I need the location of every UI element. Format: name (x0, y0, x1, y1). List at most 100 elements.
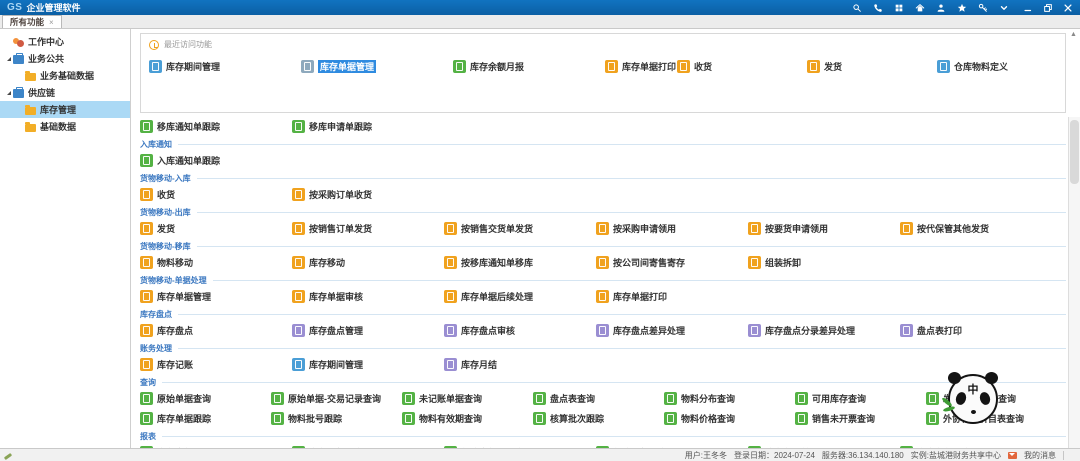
app-logo: GS (7, 2, 22, 13)
function-item[interactable]: 收货 (140, 187, 292, 202)
close-tab-icon[interactable]: × (49, 18, 54, 27)
function-label: 库存单据管理 (157, 290, 211, 303)
function-item[interactable]: 核算批次跟踪 (533, 411, 664, 426)
function-label: 库存余额月报 (470, 60, 524, 73)
function-item[interactable]: 盘点表打印 (900, 323, 1052, 338)
function-item[interactable]: 原始单据查询 (140, 391, 271, 406)
panel-toggle-icon[interactable]: ▲ (1069, 30, 1078, 39)
sections: 移库通知单跟踪移库申请单跟踪入库通知入库通知单跟踪货物移动-入库收货按采购订单收… (140, 119, 1066, 448)
function-item[interactable]: 发货 (807, 59, 937, 74)
function-item[interactable]: 库存单据审核 (292, 289, 444, 304)
function-item[interactable]: 按销售交货单发货 (444, 221, 596, 236)
function-label: 销售未开票查询 (812, 412, 875, 425)
section-title: 货物移动-单据处理 (140, 275, 207, 286)
function-icon (140, 120, 153, 133)
function-item[interactable]: 未记账单据查询 (402, 391, 533, 406)
function-item[interactable]: 库存移动 (292, 255, 444, 270)
function-item[interactable]: 物料移动 (140, 255, 292, 270)
function-item[interactable]: 原始单据-交易记录查询 (271, 391, 402, 406)
function-item[interactable]: 移库通知单跟踪 (140, 119, 292, 134)
scrollbar-thumb[interactable] (1070, 120, 1079, 184)
function-item[interactable]: 发中查询 (926, 391, 1057, 406)
function-icon (140, 412, 153, 425)
function-icon (596, 222, 609, 235)
expand-arrow-icon[interactable] (4, 57, 13, 61)
section-title: 货物移动-移库 (140, 241, 191, 252)
key-icon[interactable] (978, 3, 988, 13)
function-item[interactable]: 库存单据跟踪 (140, 411, 271, 426)
function-item[interactable]: 库存期间管理 (149, 59, 301, 74)
function-item[interactable]: 库存盘点管理 (292, 323, 444, 338)
function-item[interactable]: 库存单据管理 (140, 289, 292, 304)
star-icon[interactable] (957, 3, 967, 13)
function-item[interactable]: 库存盘点分录差异处理 (748, 323, 900, 338)
function-item[interactable]: 发货 (140, 221, 292, 236)
sidebar-item-业务基础数据[interactable]: 业务基础数据 (0, 67, 130, 84)
user-icon[interactable] (936, 3, 946, 13)
home-icon[interactable] (915, 3, 925, 13)
mail-icon[interactable] (1008, 452, 1017, 459)
vertical-scrollbar[interactable] (1068, 117, 1080, 448)
chevron-down-icon[interactable] (999, 3, 1009, 13)
function-icon (292, 358, 305, 371)
function-item[interactable]: 库存期间管理 (292, 357, 444, 372)
function-icon (292, 222, 305, 235)
function-item[interactable]: 按代保管其他发货 (900, 221, 1052, 236)
function-item[interactable]: 库存单据管理 (301, 59, 453, 74)
function-icon (596, 324, 609, 337)
function-item[interactable]: 物料分布查询 (664, 391, 795, 406)
search-icon[interactable] (852, 3, 862, 13)
function-item[interactable]: 物料价格查询 (664, 411, 795, 426)
expand-arrow-icon[interactable] (4, 91, 13, 95)
function-item[interactable]: 库存单据打印 (605, 59, 677, 74)
section-divider (162, 436, 1066, 437)
briefcase-icon (13, 89, 24, 98)
function-item[interactable]: 盘点表查询 (533, 391, 664, 406)
function-icon (605, 60, 618, 73)
function-item[interactable]: 库存记账 (140, 357, 292, 372)
sidebar-item-业务公共[interactable]: 业务公共 (0, 50, 130, 67)
function-item[interactable]: 库存盘点 (140, 323, 292, 338)
function-icon (402, 412, 415, 425)
function-item[interactable]: 可用库存查询 (795, 391, 926, 406)
restore-icon[interactable] (1043, 3, 1053, 13)
statusbar-messages-link[interactable]: 我的消息 (1024, 450, 1056, 461)
function-icon (301, 60, 314, 73)
function-item[interactable]: 库存月结 (444, 357, 596, 372)
function-item[interactable]: 销售未开票查询 (795, 411, 926, 426)
sidebar-item-基础数据[interactable]: 基础数据 (0, 118, 130, 135)
phone-icon[interactable] (873, 3, 883, 13)
function-item[interactable]: 库存单据后续处理 (444, 289, 596, 304)
sidebar-item-供应链[interactable]: 供应链 (0, 84, 130, 101)
minimize-icon[interactable] (1023, 3, 1033, 13)
function-item[interactable]: 按移库通知单移库 (444, 255, 596, 270)
function-label: 按移库通知单移库 (461, 256, 533, 269)
function-label: 物料有效期查询 (419, 412, 482, 425)
function-item[interactable]: 收货 (677, 59, 807, 74)
function-item[interactable]: 库存盘点差异处理 (596, 323, 748, 338)
tab-all-functions[interactable]: 所有功能× (2, 15, 62, 28)
function-item[interactable]: 物料批号跟踪 (271, 411, 402, 426)
function-item[interactable]: 物料有效期查询 (402, 411, 533, 426)
function-item[interactable]: 仓库物料定义 (937, 59, 1057, 74)
function-item[interactable]: 按销售订单发货 (292, 221, 444, 236)
function-label: 按销售订单发货 (309, 222, 372, 235)
sidebar-item-库存管理[interactable]: 库存管理 (0, 101, 130, 118)
function-icon (402, 392, 415, 405)
apps-grid-icon[interactable] (894, 3, 904, 13)
close-icon[interactable] (1063, 3, 1073, 13)
section: 入库通知入库通知单跟踪 (140, 139, 1066, 168)
function-item[interactable]: 入库通知单跟踪 (140, 153, 292, 168)
function-item[interactable]: 按采购申请领用 (596, 221, 748, 236)
function-item[interactable]: 库存盘点审核 (444, 323, 596, 338)
function-item[interactable]: 按要货申请领用 (748, 221, 900, 236)
sidebar-item-工作中心[interactable]: 工作中心 (0, 33, 130, 50)
function-item[interactable]: 移库申请单跟踪 (292, 119, 444, 134)
function-icon (140, 392, 153, 405)
statusbar-divider (1063, 451, 1064, 460)
function-item[interactable]: 按采购订单收货 (292, 187, 444, 202)
function-item[interactable]: 组装拆卸 (748, 255, 900, 270)
function-item[interactable]: 库存单据打印 (596, 289, 748, 304)
function-item[interactable]: 按公司间寄售寄存 (596, 255, 748, 270)
function-item[interactable]: 库存余额月报 (453, 59, 605, 74)
